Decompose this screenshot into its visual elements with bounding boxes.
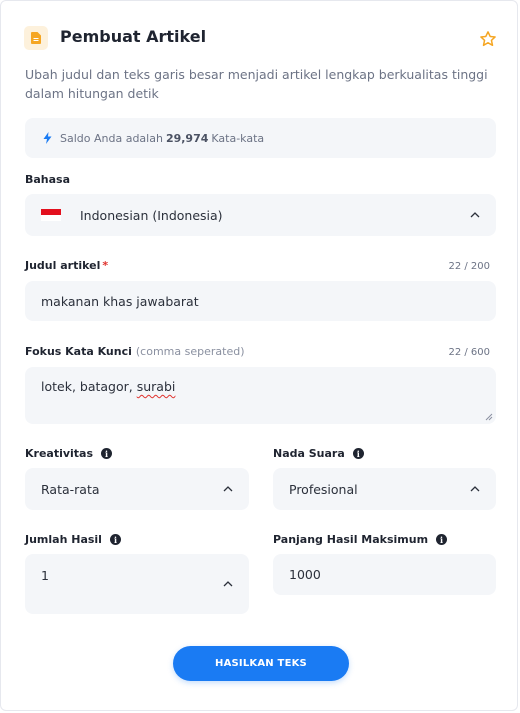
result-count-value: 1 <box>41 568 49 583</box>
article-title-label: Judul artikel * <box>25 259 108 272</box>
language-select[interactable]: Indonesian (Indonesia) <box>25 194 496 236</box>
creativity-select[interactable]: Rata-rata <box>25 468 249 510</box>
page-description: Ubah judul dan teks garis besar menjadi … <box>25 67 488 101</box>
chevron-up-icon <box>223 581 233 587</box>
creativity-value: Rata-rata <box>41 481 100 497</box>
info-icon[interactable]: i <box>101 448 113 459</box>
chevron-up-icon <box>470 486 480 492</box>
star-outline-icon[interactable] <box>479 30 497 48</box>
keywords-hint: (comma seperated) <box>135 345 245 358</box>
article-generator-card: Pembuat Artikel Ubah judul dan teks gari… <box>0 0 518 711</box>
balance-suffix: Kata-kata <box>211 131 265 145</box>
keywords-counter: 22 / 600 <box>448 347 490 358</box>
max-length-value: 1000 <box>289 567 321 582</box>
language-label-text: Bahasa <box>25 173 71 186</box>
creativity-label: Kreativitas i <box>25 447 113 460</box>
keywords-value: lotek, batagor, <box>41 379 137 394</box>
keywords-label-text: Fokus Kata Kunci <box>25 345 132 358</box>
tone-value: Profesional <box>289 481 358 497</box>
language-value: Indonesian (Indonesia) <box>80 207 223 223</box>
tone-label-text: Nada Suara <box>273 447 345 460</box>
article-title-input[interactable]: makanan khas jawabarat <box>25 281 496 321</box>
resize-handle-icon[interactable] <box>485 413 493 421</box>
lightning-icon <box>43 132 52 144</box>
result-count-label: Jumlah Hasil i <box>25 533 121 546</box>
article-title-label-text: Judul artikel <box>25 259 101 272</box>
word-balance-banner: Saldo Anda adalah 29,974 Kata-kata <box>25 118 496 158</box>
keywords-misspelled-word: surabi <box>136 379 176 394</box>
article-title-value: makanan khas jawabarat <box>41 293 199 309</box>
info-icon[interactable]: i <box>352 448 364 459</box>
keywords-textarea[interactable]: lotek, batagor, surabi <box>25 367 496 424</box>
tone-label: Nada Suara i <box>273 447 364 460</box>
required-mark: * <box>102 259 109 272</box>
tone-select[interactable]: Profesional <box>273 468 496 510</box>
indonesia-flag-icon <box>41 209 61 221</box>
balance-prefix: Saldo Anda adalah <box>60 131 163 145</box>
document-icon <box>24 26 48 50</box>
result-count-select[interactable]: 1 <box>25 554 249 614</box>
max-length-label-text: Panjang Hasil Maksimum <box>273 533 429 546</box>
chevron-up-icon <box>470 212 480 218</box>
result-count-label-text: Jumlah Hasil <box>25 533 102 546</box>
info-icon[interactable]: i <box>109 534 121 545</box>
article-title-counter: 22 / 200 <box>448 261 490 272</box>
creativity-label-text: Kreativitas <box>25 447 94 460</box>
page-title: Pembuat Artikel <box>60 27 207 46</box>
max-length-label: Panjang Hasil Maksimum i <box>273 533 448 546</box>
max-length-input[interactable]: 1000 <box>273 554 496 595</box>
language-label: Bahasa <box>25 173 70 186</box>
generate-text-button[interactable]: HASILKAN TEKS <box>173 646 349 681</box>
keywords-label: Fokus Kata Kunci (comma seperated) <box>25 345 245 358</box>
balance-value: 29,974 <box>165 131 209 145</box>
info-icon[interactable]: i <box>436 534 448 545</box>
chevron-up-icon <box>223 486 233 492</box>
